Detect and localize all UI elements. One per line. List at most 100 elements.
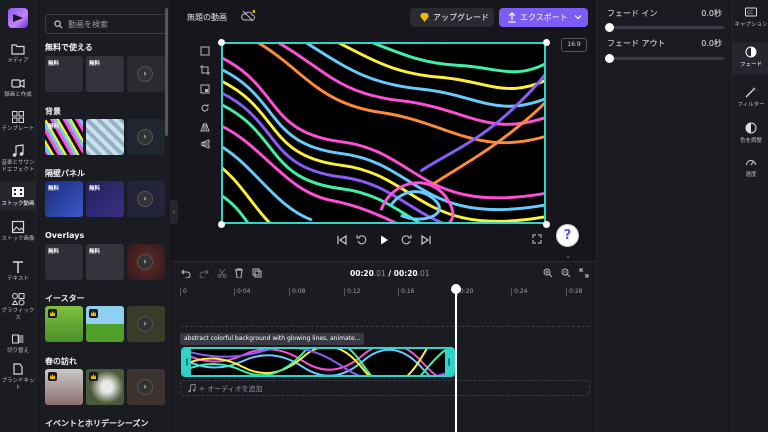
see-more-button[interactable]: › bbox=[137, 254, 153, 270]
nav-transitions[interactable]: 切り替え bbox=[0, 332, 36, 354]
video-thumbnail[interactable]: 無料 bbox=[86, 181, 124, 217]
split-scissors-icon[interactable] bbox=[217, 268, 227, 278]
undo-icon[interactable] bbox=[181, 268, 191, 278]
slider-knob[interactable] bbox=[605, 23, 614, 32]
timeline: 00:20.01 / 00:20.01 0 0:04 0:08 0:12 0:1… bbox=[172, 261, 596, 432]
video-clip[interactable]: ‖ ‖ bbox=[181, 347, 455, 377]
library-scrollbar[interactable] bbox=[165, 8, 168, 136]
tab-color-adjust[interactable]: 色を調整 bbox=[733, 122, 768, 150]
text-track[interactable] bbox=[180, 326, 590, 332]
properties-tab-rail: CC キャプション フェード フィルター 色を調整 速度 bbox=[732, 0, 768, 432]
free-badge: 無料 bbox=[48, 249, 60, 255]
nav-media[interactable]: メディア bbox=[0, 42, 36, 68]
collapse-library-button[interactable]: ‹ bbox=[170, 200, 178, 224]
video-thumbnail[interactable] bbox=[86, 369, 124, 405]
fade-in-slider[interactable] bbox=[605, 23, 724, 32]
nav-stock-video[interactable]: ストック動画 bbox=[0, 182, 36, 210]
delete-icon[interactable] bbox=[234, 268, 244, 278]
premium-crown-icon bbox=[48, 309, 57, 318]
chevron-down-icon bbox=[574, 15, 582, 20]
clip-trim-start-handle[interactable]: ‖ bbox=[183, 349, 191, 375]
video-thumbnail[interactable]: 無料 bbox=[86, 56, 124, 92]
forward-5s-icon[interactable] bbox=[400, 234, 412, 246]
pip-icon[interactable] bbox=[200, 84, 210, 94]
tab-speed[interactable]: 速度 bbox=[733, 156, 768, 184]
skip-back-icon[interactable] bbox=[336, 234, 348, 246]
nav-brand-kit[interactable]: ブランドキット bbox=[0, 362, 36, 392]
rotate-icon[interactable] bbox=[200, 103, 210, 113]
see-more-button[interactable]: › bbox=[137, 191, 153, 207]
video-thumbnail[interactable] bbox=[86, 119, 124, 155]
captions-icon: CC bbox=[745, 7, 757, 17]
resize-handle[interactable] bbox=[218, 221, 225, 228]
zoom-out-icon[interactable] bbox=[561, 268, 571, 278]
see-more-button[interactable]: › bbox=[137, 129, 153, 145]
flip-vertical-icon[interactable] bbox=[200, 139, 210, 149]
crop-icon[interactable] bbox=[200, 65, 210, 75]
resize-handle[interactable] bbox=[543, 221, 550, 228]
video-thumbnail[interactable] bbox=[86, 306, 124, 342]
redo-icon[interactable] bbox=[199, 268, 209, 278]
shapes-icon bbox=[11, 293, 25, 306]
collapse-timeline-button[interactable]: ⌄ bbox=[560, 252, 576, 260]
video-thumbnail[interactable]: 無料 bbox=[86, 244, 124, 280]
clip-trim-end-handle[interactable]: ‖ bbox=[445, 349, 453, 375]
tab-captions[interactable]: CC キャプション bbox=[733, 6, 768, 36]
app-window: メディア 録画と作成 テンプレート 音楽とサウンドエフェクト ストック動画 スト… bbox=[0, 0, 768, 432]
fit-icon[interactable] bbox=[200, 46, 210, 56]
nav-record[interactable]: 録画と作成 bbox=[0, 76, 36, 102]
tab-filters[interactable]: フィルター bbox=[733, 86, 768, 114]
nav-music[interactable]: 音楽とサウンドエフェクト bbox=[0, 144, 36, 178]
speed-icon bbox=[746, 160, 756, 166]
video-thumbnail[interactable] bbox=[45, 306, 83, 342]
slider-knob[interactable] bbox=[605, 54, 614, 63]
search-input[interactable]: 動画を検索 bbox=[45, 14, 168, 34]
see-more-button[interactable]: › bbox=[137, 316, 153, 332]
see-more-button[interactable]: › bbox=[137, 66, 153, 82]
tab-label: 色を調整 bbox=[739, 138, 762, 144]
rewind-5s-icon[interactable] bbox=[356, 234, 368, 246]
fullscreen-icon[interactable] bbox=[532, 234, 542, 244]
nav-stock-images[interactable]: ストック画像 bbox=[0, 220, 36, 248]
add-audio-track[interactable]: + オーディオを追加 bbox=[180, 380, 590, 396]
tab-fade[interactable]: フェード bbox=[733, 42, 768, 74]
total-time: 00:20 bbox=[393, 269, 418, 278]
section-title: 春の訪れ bbox=[45, 357, 77, 366]
resize-handle[interactable] bbox=[218, 39, 225, 46]
see-more-button[interactable]: › bbox=[137, 379, 153, 395]
video-thumbnail[interactable]: 無料 bbox=[45, 56, 83, 92]
nav-text[interactable]: テキスト bbox=[0, 260, 36, 282]
fade-in-label: フェード イン bbox=[607, 9, 658, 18]
video-thumbnail[interactable]: 無料 bbox=[45, 119, 83, 155]
gem-icon bbox=[420, 13, 429, 22]
free-badge: 無料 bbox=[48, 124, 60, 130]
help-button[interactable]: ? bbox=[556, 224, 579, 247]
resize-handle[interactable] bbox=[543, 39, 550, 46]
nav-label: 録画と作成 bbox=[4, 92, 32, 98]
export-button[interactable]: エクスポート bbox=[499, 8, 588, 27]
zoom-in-icon[interactable] bbox=[543, 268, 553, 278]
tick-label: 0:24 bbox=[510, 288, 528, 296]
skip-forward-icon[interactable] bbox=[420, 234, 432, 246]
fit-timeline-icon[interactable] bbox=[579, 268, 589, 278]
nav-graphics[interactable]: グラフィックス bbox=[0, 292, 36, 321]
search-placeholder: 動画を検索 bbox=[68, 20, 108, 29]
section-title: Overlays bbox=[45, 231, 85, 240]
nav-templates[interactable]: テンプレート bbox=[0, 110, 36, 136]
play-icon[interactable] bbox=[378, 234, 390, 246]
magic-wand-icon bbox=[745, 87, 756, 98]
upgrade-button[interactable]: アップグレード bbox=[410, 8, 494, 27]
nav-label: グラフィックス bbox=[1, 308, 35, 321]
fade-out-slider[interactable] bbox=[605, 54, 724, 63]
video-thumbnail[interactable]: 無料 bbox=[45, 244, 83, 280]
nav-label: 音楽とサウンドエフェクト bbox=[1, 160, 35, 173]
flip-horizontal-icon[interactable] bbox=[200, 122, 210, 132]
video-thumbnail[interactable]: 無料 bbox=[45, 181, 83, 217]
video-preview[interactable] bbox=[221, 42, 546, 224]
duplicate-icon[interactable] bbox=[252, 268, 262, 278]
aspect-ratio-button[interactable]: 16:9 bbox=[561, 38, 587, 52]
project-title[interactable]: 無題の動画 bbox=[187, 12, 227, 23]
timeline-ruler[interactable]: 0 0:04 0:08 0:12 0:16 0:20 0:24 0:28 bbox=[172, 286, 596, 300]
video-thumbnail[interactable] bbox=[45, 369, 83, 405]
playhead[interactable] bbox=[451, 284, 461, 432]
